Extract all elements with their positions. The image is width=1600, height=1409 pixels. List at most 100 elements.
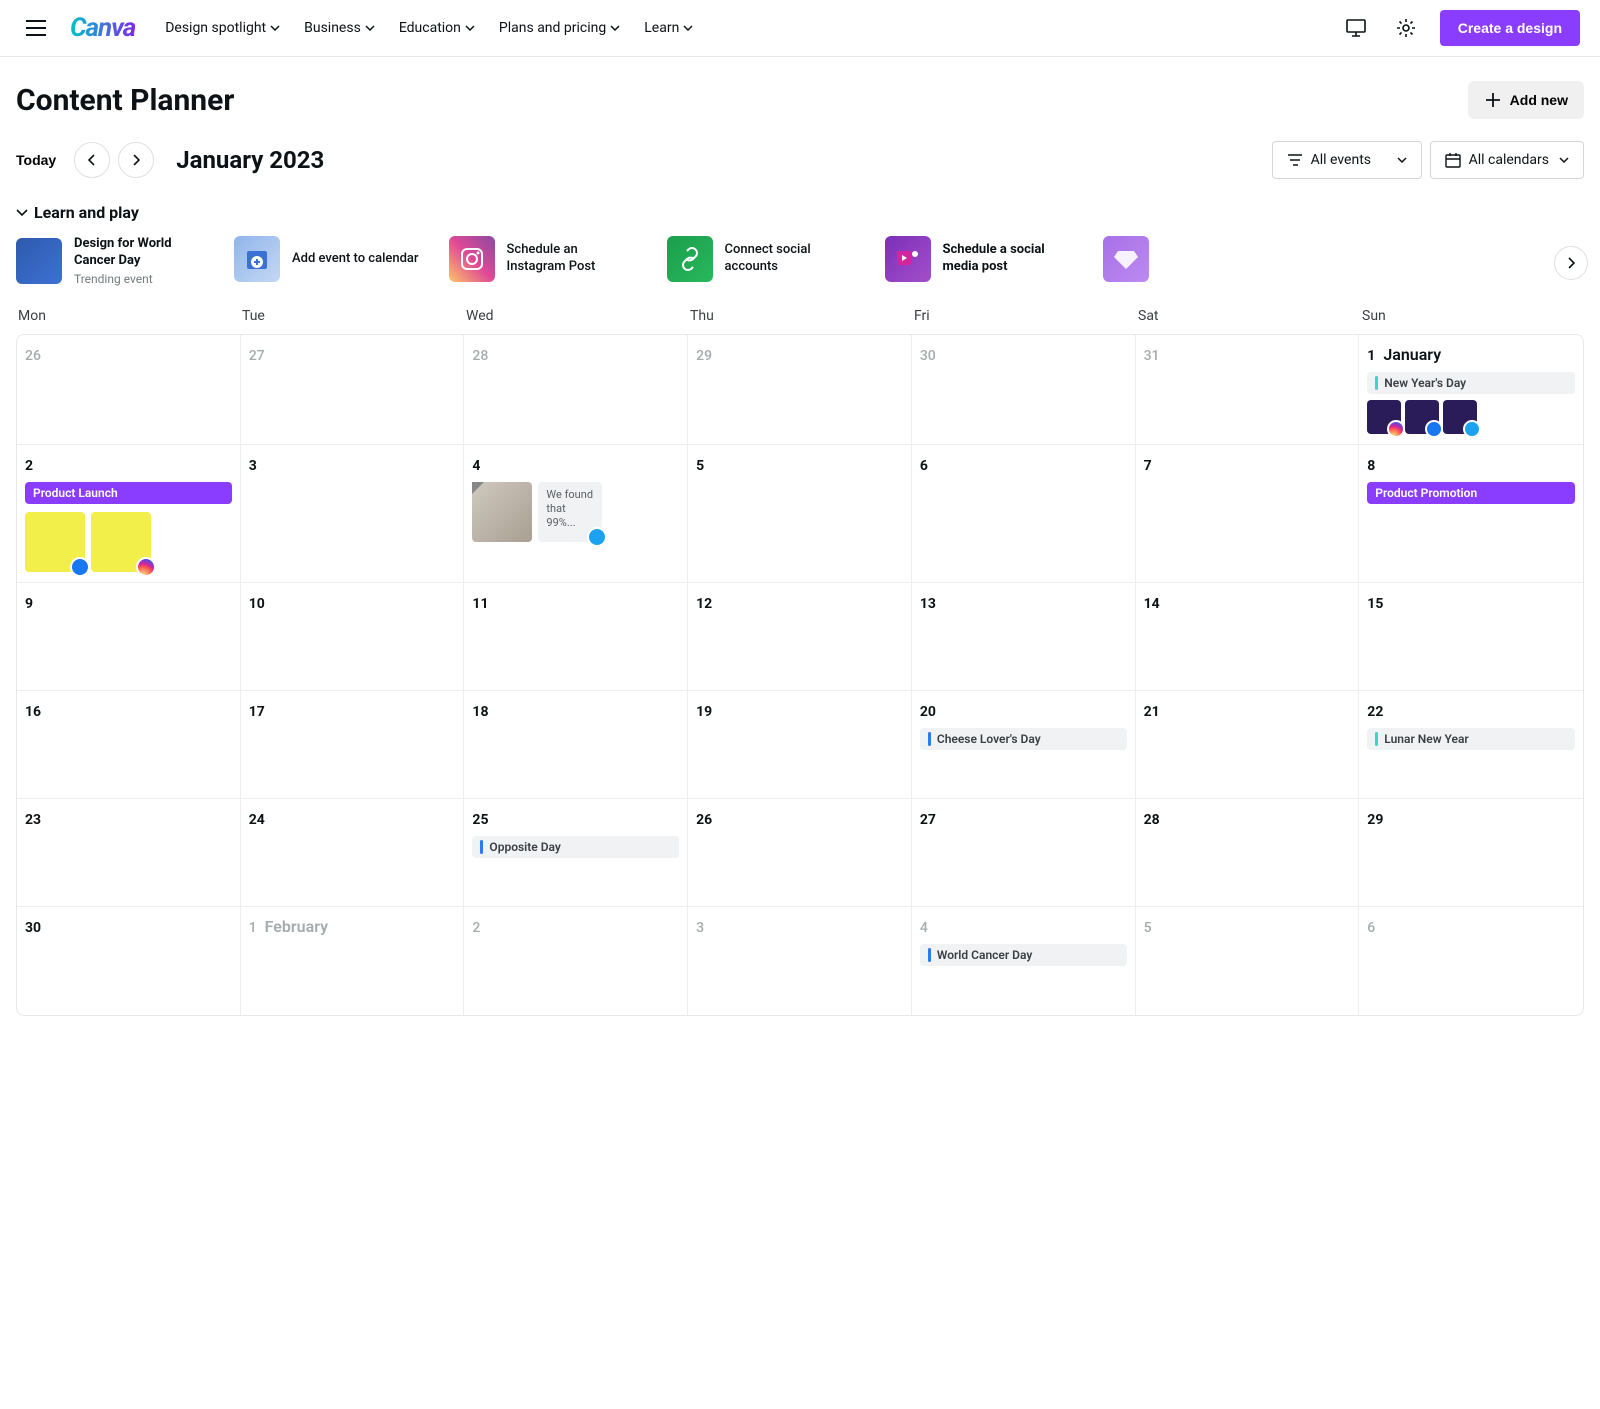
scheduled-tweet[interactable]: We found that 99%...: [538, 482, 602, 542]
day-cell[interactable]: 22Lunar New Year: [1359, 691, 1583, 799]
day-cell[interactable]: 9: [17, 583, 241, 691]
card-thumb: [16, 238, 62, 284]
filter-icon: [1287, 153, 1303, 167]
day-cell[interactable]: 12: [688, 583, 912, 691]
scheduled-post-thumb[interactable]: [91, 512, 151, 572]
day-cell[interactable]: 1February: [241, 907, 465, 1015]
instagram-icon: [449, 236, 495, 282]
day-cell[interactable]: 18: [464, 691, 688, 799]
day-cell[interactable]: 28: [464, 335, 688, 445]
calendar-toolbar: Today January 2023 All events All calend…: [16, 141, 1584, 179]
day-cell[interactable]: 28: [1136, 799, 1360, 907]
next-month-button[interactable]: [118, 142, 154, 178]
nav-business[interactable]: Business: [304, 20, 375, 36]
link-icon: [667, 236, 713, 282]
day-cell[interactable]: 30: [912, 335, 1136, 445]
day-cell[interactable]: 15: [1359, 583, 1583, 691]
day-cell[interactable]: 8Product Promotion: [1359, 445, 1583, 583]
page-title: Content Planner: [16, 83, 234, 118]
day-cell[interactable]: 11: [464, 583, 688, 691]
day-cell[interactable]: 3: [241, 445, 465, 583]
day-cell[interactable]: 2: [464, 907, 688, 1015]
create-design-button[interactable]: Create a design: [1440, 10, 1580, 46]
card-thumb: [885, 236, 931, 282]
chevron-right-icon: [1567, 257, 1575, 269]
chevron-left-icon: [88, 154, 96, 166]
scheduled-post-thumb[interactable]: [25, 512, 85, 572]
gear-icon[interactable]: [1390, 12, 1422, 44]
day-cell[interactable]: 2Product Launch: [17, 445, 241, 583]
event-pill[interactable]: World Cancer Day: [920, 944, 1127, 966]
day-cell[interactable]: 23: [17, 799, 241, 907]
day-cell[interactable]: 6: [1359, 907, 1583, 1015]
learn-cards-row: Design for World Cancer Day Trending eve…: [16, 236, 1584, 286]
event-pill[interactable]: Cheese Lover's Day: [920, 728, 1127, 750]
weekday-row: Mon Tue Wed Thu Fri Sat Sun: [16, 308, 1584, 324]
day-cell[interactable]: 20Cheese Lover's Day: [912, 691, 1136, 799]
nav-design-spotlight[interactable]: Design spotlight: [165, 20, 280, 36]
card-thumb: [234, 236, 280, 282]
events-filter-dropdown[interactable]: All events: [1272, 141, 1422, 179]
day-cell[interactable]: 25Opposite Day: [464, 799, 688, 907]
day-cell[interactable]: 30: [17, 907, 241, 1015]
scheduled-post-thumb[interactable]: [1443, 400, 1477, 434]
card-world-cancer-day[interactable]: Design for World Cancer Day Trending eve…: [16, 236, 204, 286]
nav-plans-pricing[interactable]: Plans and pricing: [499, 20, 620, 36]
canva-logo[interactable]: Canva: [70, 13, 135, 43]
day-cell[interactable]: 6: [912, 445, 1136, 583]
day-cell[interactable]: 13: [912, 583, 1136, 691]
nav-education[interactable]: Education: [399, 20, 475, 36]
scheduled-post-thumb[interactable]: [1405, 400, 1439, 434]
event-pill[interactable]: Product Launch: [25, 482, 232, 504]
event-pill[interactable]: Lunar New Year: [1367, 728, 1575, 750]
day-cell[interactable]: 27: [241, 335, 465, 445]
scheduled-post-thumb[interactable]: [1367, 400, 1401, 434]
event-pill[interactable]: New Year's Day: [1367, 372, 1575, 394]
card-connect-social[interactable]: Connect social accounts: [667, 236, 855, 282]
day-cell[interactable]: 10: [241, 583, 465, 691]
day-cell[interactable]: 1JanuaryNew Year's Day: [1359, 335, 1583, 445]
day-cell[interactable]: 14: [1136, 583, 1360, 691]
chevron-right-icon: [132, 154, 140, 166]
day-cell[interactable]: 17: [241, 691, 465, 799]
learn-section-toggle[interactable]: Learn and play: [16, 203, 1584, 222]
event-pill[interactable]: Opposite Day: [472, 836, 679, 858]
today-button[interactable]: Today: [16, 152, 56, 168]
calendar-grid: 2627282930311JanuaryNew Year's Day2Produ…: [16, 334, 1584, 1016]
day-cell[interactable]: 4We found that 99%...: [464, 445, 688, 583]
event-pill[interactable]: Product Promotion: [1367, 482, 1575, 504]
day-cell[interactable]: 26: [17, 335, 241, 445]
prev-month-button[interactable]: [74, 142, 110, 178]
card-social-media-post[interactable]: Schedule a social media post: [885, 236, 1073, 282]
day-cell[interactable]: 19: [688, 691, 912, 799]
card-pro-sparkle[interactable]: [1103, 236, 1149, 282]
day-cell[interactable]: 7: [1136, 445, 1360, 583]
plus-icon: [1484, 91, 1502, 109]
day-cell[interactable]: 3: [688, 907, 912, 1015]
card-instagram-post[interactable]: Schedule an Instagram Post: [449, 236, 637, 282]
card-add-event[interactable]: Add event to calendar: [234, 236, 419, 282]
day-cell[interactable]: 21: [1136, 691, 1360, 799]
day-cell[interactable]: 5: [688, 445, 912, 583]
day-cell[interactable]: 5: [1136, 907, 1360, 1015]
draft-post-thumb[interactable]: [472, 482, 532, 542]
topbar: Canva Design spotlight Business Educatio…: [0, 0, 1600, 57]
main-nav: Design spotlight Business Education Plan…: [165, 20, 693, 36]
diamond-icon: [1103, 236, 1149, 282]
day-cell[interactable]: 16: [17, 691, 241, 799]
add-new-button[interactable]: Add new: [1468, 81, 1584, 119]
page-header: Content Planner Add new: [16, 81, 1584, 119]
day-cell[interactable]: 4World Cancer Day: [912, 907, 1136, 1015]
calendars-filter-dropdown[interactable]: All calendars: [1430, 141, 1584, 179]
desktop-icon[interactable]: [1340, 12, 1372, 44]
nav-learn[interactable]: Learn: [644, 20, 693, 36]
day-cell[interactable]: 27: [912, 799, 1136, 907]
scroll-right-button[interactable]: [1554, 246, 1588, 280]
day-cell[interactable]: 31: [1136, 335, 1360, 445]
day-cell[interactable]: 29: [688, 335, 912, 445]
day-cell[interactable]: 29: [1359, 799, 1583, 907]
chevron-down-icon: [1559, 157, 1569, 163]
hamburger-icon[interactable]: [20, 12, 52, 44]
day-cell[interactable]: 26: [688, 799, 912, 907]
day-cell[interactable]: 24: [241, 799, 465, 907]
